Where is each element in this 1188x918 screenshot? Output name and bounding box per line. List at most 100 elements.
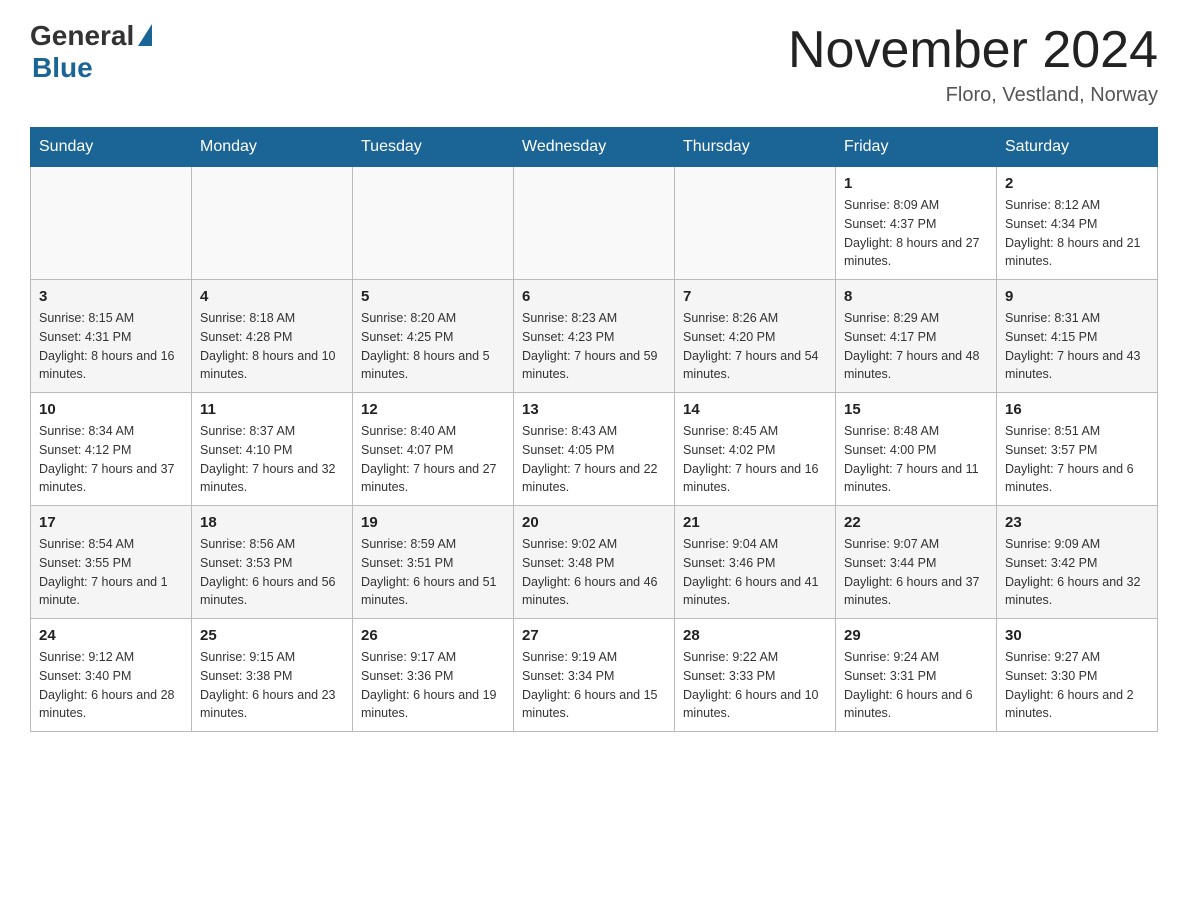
day-number: 11 — [200, 401, 344, 418]
calendar-week-row: 1Sunrise: 8:09 AMSunset: 4:37 PMDaylight… — [31, 167, 1158, 280]
calendar-cell: 16 Sunrise: 8:51 AMSunset: 3:57 PMDayligh… — [997, 393, 1158, 506]
calendar-cell: 23Sunrise: 9:09 AMSunset: 3:42 PMDayligh… — [997, 506, 1158, 619]
calendar-cell: 13 Sunrise: 8:43 AMSunset: 4:05 PMDayligh… — [514, 393, 675, 506]
calendar-cell: 26 Sunrise: 9:17 AMSunset: 3:36 PMDayligh… — [353, 619, 514, 732]
calendar-cell: 29 Sunrise: 9:24 AMSunset: 3:31 PMDayligh… — [836, 619, 997, 732]
calendar-cell — [31, 167, 192, 280]
day-info: Sunrise: 8:40 AMSunset: 4:07 PMDaylight:… — [361, 422, 505, 497]
logo-blue-text: Blue — [32, 52, 93, 84]
calendar-cell: 24Sunrise: 9:12 AMSunset: 3:40 PMDayligh… — [31, 619, 192, 732]
calendar-cell: 20 Sunrise: 9:02 AMSunset: 3:48 PMDayligh… — [514, 506, 675, 619]
calendar-cell — [353, 167, 514, 280]
calendar-cell: 4Sunrise: 8:18 AMSunset: 4:28 PMDaylight… — [192, 280, 353, 393]
day-info: Sunrise: 8:45 AMSunset: 4:02 PMDaylight:… — [683, 422, 827, 497]
day-info: Sunrise: 9:27 AMSunset: 3:30 PMDaylight:… — [1005, 648, 1149, 723]
calendar-cell: 27 Sunrise: 9:19 AMSunset: 3:34 PMDayligh… — [514, 619, 675, 732]
day-number: 15 — [844, 401, 988, 418]
calendar-cell: 30Sunrise: 9:27 AMSunset: 3:30 PMDayligh… — [997, 619, 1158, 732]
day-info: Sunrise: 9:19 AMSunset: 3:34 PMDaylight:… — [522, 648, 666, 723]
calendar-header-monday: Monday — [192, 128, 353, 167]
day-info: Sunrise: 8:29 AMSunset: 4:17 PMDaylight:… — [844, 309, 988, 384]
day-number: 29 — [844, 627, 988, 644]
day-info: Sunrise: 8:12 AMSunset: 4:34 PMDaylight:… — [1005, 196, 1149, 271]
day-info: Sunrise: 8:56 AMSunset: 3:53 PMDaylight:… — [200, 535, 344, 610]
calendar-header-tuesday: Tuesday — [353, 128, 514, 167]
day-info: Sunrise: 8:15 AMSunset: 4:31 PMDaylight:… — [39, 309, 183, 384]
page-header: General Blue November 2024 Floro, Vestla… — [30, 20, 1158, 107]
day-info: Sunrise: 9:24 AMSunset: 3:31 PMDaylight:… — [844, 648, 988, 723]
calendar-header-wednesday: Wednesday — [514, 128, 675, 167]
day-number: 24 — [39, 627, 183, 644]
day-number: 22 — [844, 514, 988, 531]
day-number: 16 — [1005, 401, 1149, 418]
calendar-header-saturday: Saturday — [997, 128, 1158, 167]
day-info: Sunrise: 9:09 AMSunset: 3:42 PMDaylight:… — [1005, 535, 1149, 610]
day-info: Sunrise: 9:17 AMSunset: 3:36 PMDaylight:… — [361, 648, 505, 723]
calendar-cell: 7 Sunrise: 8:26 AMSunset: 4:20 PMDaylight… — [675, 280, 836, 393]
day-info: Sunrise: 8:37 AMSunset: 4:10 PMDaylight:… — [200, 422, 344, 497]
day-number: 9 — [1005, 288, 1149, 305]
calendar-cell: 14 Sunrise: 8:45 AMSunset: 4:02 PMDayligh… — [675, 393, 836, 506]
day-number: 1 — [844, 175, 988, 192]
calendar-cell — [514, 167, 675, 280]
day-info: Sunrise: 8:54 AMSunset: 3:55 PMDaylight:… — [39, 535, 183, 610]
calendar-cell: 3Sunrise: 8:15 AMSunset: 4:31 PMDaylight… — [31, 280, 192, 393]
calendar-header-sunday: Sunday — [31, 128, 192, 167]
calendar-week-row: 10 Sunrise: 8:34 AMSunset: 4:12 PMDayligh… — [31, 393, 1158, 506]
day-info: Sunrise: 8:26 AMSunset: 4:20 PMDaylight:… — [683, 309, 827, 384]
calendar-cell: 6 Sunrise: 8:23 AMSunset: 4:23 PMDaylight… — [514, 280, 675, 393]
day-info: Sunrise: 9:15 AMSunset: 3:38 PMDaylight:… — [200, 648, 344, 723]
day-number: 5 — [361, 288, 505, 305]
day-info: Sunrise: 8:20 AMSunset: 4:25 PMDaylight:… — [361, 309, 505, 384]
calendar-cell: 19 Sunrise: 8:59 AMSunset: 3:51 PMDayligh… — [353, 506, 514, 619]
calendar-cell: 21Sunrise: 9:04 AMSunset: 3:46 PMDayligh… — [675, 506, 836, 619]
day-info: Sunrise: 9:02 AMSunset: 3:48 PMDaylight:… — [522, 535, 666, 610]
day-info: Sunrise: 8:34 AMSunset: 4:12 PMDaylight:… — [39, 422, 183, 497]
calendar-cell: 5 Sunrise: 8:20 AMSunset: 4:25 PMDaylight… — [353, 280, 514, 393]
day-info: Sunrise: 8:51 AMSunset: 3:57 PMDaylight:… — [1005, 422, 1149, 497]
day-number: 8 — [844, 288, 988, 305]
calendar-cell — [192, 167, 353, 280]
title-section: November 2024 Floro, Vestland, Norway — [788, 20, 1158, 107]
calendar-cell: 25Sunrise: 9:15 AMSunset: 3:38 PMDayligh… — [192, 619, 353, 732]
calendar-cell: 18 Sunrise: 8:56 AMSunset: 3:53 PMDayligh… — [192, 506, 353, 619]
calendar-week-row: 24Sunrise: 9:12 AMSunset: 3:40 PMDayligh… — [31, 619, 1158, 732]
day-number: 17 — [39, 514, 183, 531]
calendar-cell: 28 Sunrise: 9:22 AMSunset: 3:33 PMDayligh… — [675, 619, 836, 732]
day-info: Sunrise: 9:07 AMSunset: 3:44 PMDaylight:… — [844, 535, 988, 610]
calendar-header-friday: Friday — [836, 128, 997, 167]
day-number: 27 — [522, 627, 666, 644]
calendar-cell: 8 Sunrise: 8:29 AMSunset: 4:17 PMDaylight… — [836, 280, 997, 393]
day-info: Sunrise: 8:23 AMSunset: 4:23 PMDaylight:… — [522, 309, 666, 384]
calendar-week-row: 17 Sunrise: 8:54 AMSunset: 3:55 PMDayligh… — [31, 506, 1158, 619]
day-number: 20 — [522, 514, 666, 531]
calendar-header-thursday: Thursday — [675, 128, 836, 167]
day-number: 21 — [683, 514, 827, 531]
day-number: 13 — [522, 401, 666, 418]
calendar-cell: 2Sunrise: 8:12 AMSunset: 4:34 PMDaylight… — [997, 167, 1158, 280]
month-title: November 2024 — [788, 20, 1158, 80]
calendar-cell: 1Sunrise: 8:09 AMSunset: 4:37 PMDaylight… — [836, 167, 997, 280]
day-info: Sunrise: 8:59 AMSunset: 3:51 PMDaylight:… — [361, 535, 505, 610]
day-info: Sunrise: 9:22 AMSunset: 3:33 PMDaylight:… — [683, 648, 827, 723]
calendar-table: SundayMondayTuesdayWednesdayThursdayFrid… — [30, 127, 1158, 732]
location-text: Floro, Vestland, Norway — [788, 84, 1158, 107]
calendar-cell: 12 Sunrise: 8:40 AMSunset: 4:07 PMDayligh… — [353, 393, 514, 506]
day-info: Sunrise: 8:31 AMSunset: 4:15 PMDaylight:… — [1005, 309, 1149, 384]
calendar-week-row: 3Sunrise: 8:15 AMSunset: 4:31 PMDaylight… — [31, 280, 1158, 393]
calendar-cell: 10 Sunrise: 8:34 AMSunset: 4:12 PMDayligh… — [31, 393, 192, 506]
logo-triangle-icon — [138, 24, 152, 46]
day-number: 7 — [683, 288, 827, 305]
calendar-cell — [675, 167, 836, 280]
day-number: 28 — [683, 627, 827, 644]
day-number: 19 — [361, 514, 505, 531]
day-number: 6 — [522, 288, 666, 305]
day-number: 12 — [361, 401, 505, 418]
day-number: 26 — [361, 627, 505, 644]
day-number: 18 — [200, 514, 344, 531]
logo-general-text: General — [30, 20, 134, 52]
day-info: Sunrise: 8:43 AMSunset: 4:05 PMDaylight:… — [522, 422, 666, 497]
day-number: 10 — [39, 401, 183, 418]
calendar-cell: 17 Sunrise: 8:54 AMSunset: 3:55 PMDayligh… — [31, 506, 192, 619]
day-number: 14 — [683, 401, 827, 418]
